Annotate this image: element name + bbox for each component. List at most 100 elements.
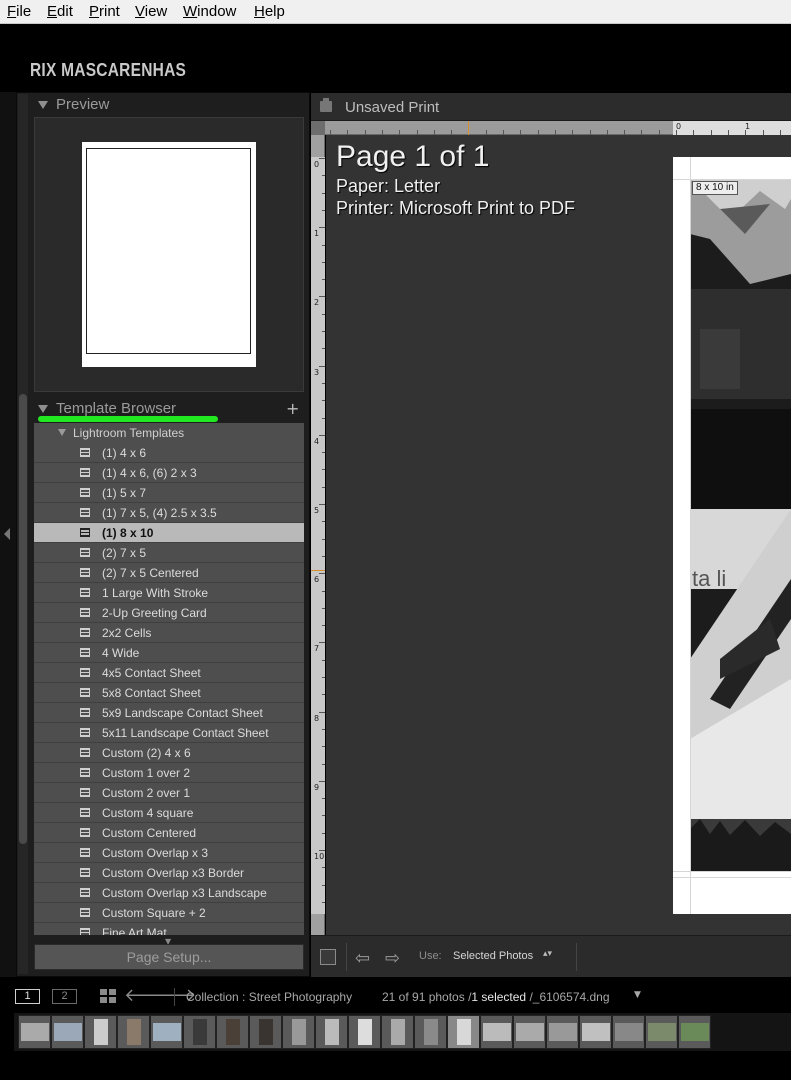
- template-label: Custom Overlap x3 Border: [102, 866, 245, 880]
- filmstrip-thumbnail[interactable]: [579, 1015, 612, 1049]
- thumbnail-image: [483, 1023, 511, 1041]
- template-item[interactable]: Custom Square + 2: [34, 903, 304, 923]
- template-icon: [80, 808, 90, 817]
- menu-file[interactable]: File: [7, 3, 31, 20]
- template-item[interactable]: (2) 7 x 5: [34, 543, 304, 563]
- filmstrip-thumbnail[interactable]: [546, 1015, 579, 1049]
- filmstrip-thumbnail[interactable]: [381, 1015, 414, 1049]
- menu-file-mnemonic: F: [7, 3, 17, 20]
- filmstrip-thumbnail[interactable]: [513, 1015, 546, 1049]
- template-item[interactable]: (1) 5 x 7: [34, 483, 304, 503]
- filmstrip-thumbnail[interactable]: [447, 1015, 480, 1049]
- filmstrip-thumbnail[interactable]: [480, 1015, 513, 1049]
- menu-window[interactable]: Window: [183, 3, 236, 20]
- template-label: Custom Overlap x3 Landscape: [102, 886, 267, 900]
- template-group-lightroom[interactable]: Lightroom Templates: [34, 423, 304, 443]
- template-item[interactable]: Custom Overlap x 3: [34, 843, 304, 863]
- thumbnail-image: [681, 1023, 709, 1041]
- template-item[interactable]: 5x9 Landscape Contact Sheet: [34, 703, 304, 723]
- template-item[interactable]: Fine Art Mat: [34, 923, 304, 935]
- template-item[interactable]: Custom Centered: [34, 823, 304, 843]
- ruler-left-number: 8: [314, 713, 320, 723]
- secondary-window-button[interactable]: 2: [52, 989, 77, 1004]
- filmstrip-thumbnail[interactable]: [216, 1015, 249, 1049]
- filmstrip-thumbnail[interactable]: [150, 1015, 183, 1049]
- template-item[interactable]: (1) 4 x 6, (6) 2 x 3: [34, 463, 304, 483]
- previous-page-arrow-icon[interactable]: ⇦: [355, 948, 370, 969]
- template-item[interactable]: (2) 7 x 5 Centered: [34, 563, 304, 583]
- filmstrip-thumbnail[interactable]: [645, 1015, 678, 1049]
- grid-view-icon[interactable]: [100, 989, 116, 1003]
- filmstrip-thumbnail[interactable]: [348, 1015, 381, 1049]
- ruler-tick: [322, 348, 325, 350]
- template-item[interactable]: Custom (2) 4 x 6: [34, 743, 304, 763]
- menu-print-mnemonic: P: [89, 3, 100, 20]
- template-item[interactable]: (1) 4 x 6: [34, 443, 304, 463]
- template-item[interactable]: Custom 1 over 2: [34, 763, 304, 783]
- template-label: (1) 7 x 5, (4) 2.5 x 3.5: [102, 506, 217, 520]
- template-item[interactable]: Custom Overlap x3 Border: [34, 863, 304, 883]
- page-setup-button[interactable]: Page Setup...: [34, 944, 304, 970]
- filmstrip-thumbnail[interactable]: [282, 1015, 315, 1049]
- left-panel-scroll-thumb[interactable]: [19, 394, 27, 844]
- photo-cell[interactable]: ta li: [690, 179, 791, 871]
- filmstrip-thumbnail[interactable]: [183, 1015, 216, 1049]
- main-window-button[interactable]: 1: [15, 989, 40, 1004]
- collection-source[interactable]: Collection : Street Photography: [186, 990, 352, 1004]
- menu-edit[interactable]: Edit: [47, 3, 73, 20]
- collapse-left-arrow-icon[interactable]: [4, 528, 10, 540]
- photo-count[interactable]: 21 of 91 photos /1 selected /_6106574.dn…: [382, 990, 610, 1004]
- preview-header[interactable]: Preview: [38, 96, 109, 113]
- template-item[interactable]: Custom 2 over 1: [34, 783, 304, 803]
- template-label: (2) 7 x 5 Centered: [102, 566, 199, 580]
- ruler-left-page-area: [311, 157, 325, 914]
- template-item[interactable]: 1 Large With Stroke: [34, 583, 304, 603]
- ruler-tick: [322, 313, 325, 315]
- plus-icon[interactable]: +: [286, 399, 299, 418]
- source-dropdown-caret-icon[interactable]: ▼: [634, 990, 641, 1000]
- template-item[interactable]: Custom 4 square: [34, 803, 304, 823]
- ruler-tick: [319, 227, 325, 229]
- ruler-tick: [322, 763, 325, 765]
- template-item[interactable]: 4 Wide: [34, 643, 304, 663]
- template-item[interactable]: Custom Overlap x3 Landscape: [34, 883, 304, 903]
- template-browser-title: Template Browser: [56, 400, 177, 417]
- template-item[interactable]: 2x2 Cells: [34, 623, 304, 643]
- menu-help[interactable]: Help: [254, 3, 285, 20]
- menu-print[interactable]: Print: [89, 3, 120, 20]
- filmstrip-thumbnail[interactable]: [18, 1015, 51, 1049]
- template-item[interactable]: (1) 8 x 10: [34, 523, 304, 543]
- template-item[interactable]: 4x5 Contact Sheet: [34, 663, 304, 683]
- template-item[interactable]: 5x11 Landscape Contact Sheet: [34, 723, 304, 743]
- filmstrip-thumbnail[interactable]: [414, 1015, 447, 1049]
- ruler-corner: [311, 121, 325, 135]
- template-icon: [80, 608, 90, 617]
- filmstrip-thumbnail[interactable]: [315, 1015, 348, 1049]
- menu-view[interactable]: View: [135, 3, 167, 20]
- ruler-tick: [322, 815, 325, 817]
- ruler-tick: [322, 798, 325, 800]
- template-browser-header[interactable]: Template Browser: [38, 400, 176, 417]
- template-label: Fine Art Mat: [102, 926, 167, 935]
- template-item[interactable]: 5x8 Contact Sheet: [34, 683, 304, 703]
- toolbar-checkbox[interactable]: [320, 949, 336, 965]
- filmstrip-thumbnail[interactable]: [117, 1015, 150, 1049]
- next-page-arrow-icon[interactable]: ⇨: [385, 948, 400, 969]
- filmstrip-thumbnail[interactable]: [51, 1015, 84, 1049]
- template-item[interactable]: (1) 7 x 5, (4) 2.5 x 3.5: [34, 503, 304, 523]
- filmstrip-thumbnail[interactable]: [678, 1015, 711, 1049]
- thumbnail-image: [127, 1019, 141, 1045]
- ruler-tick: [322, 867, 325, 869]
- select-caret-icon[interactable]: ▴▾: [543, 949, 552, 959]
- ruler-tick: [322, 746, 325, 748]
- template-item[interactable]: 2-Up Greeting Card: [34, 603, 304, 623]
- filmstrip-thumbnail[interactable]: [612, 1015, 645, 1049]
- thumbnail-image: [54, 1023, 82, 1041]
- filmstrip-thumbnail[interactable]: [249, 1015, 282, 1049]
- template-label: (1) 4 x 6: [102, 446, 147, 460]
- margin-guide-left[interactable]: [690, 157, 691, 914]
- ruler-tick: [322, 452, 325, 454]
- use-select[interactable]: Selected Photos: [453, 950, 533, 962]
- bottom-bar: [0, 1051, 791, 1080]
- filmstrip-thumbnail[interactable]: [84, 1015, 117, 1049]
